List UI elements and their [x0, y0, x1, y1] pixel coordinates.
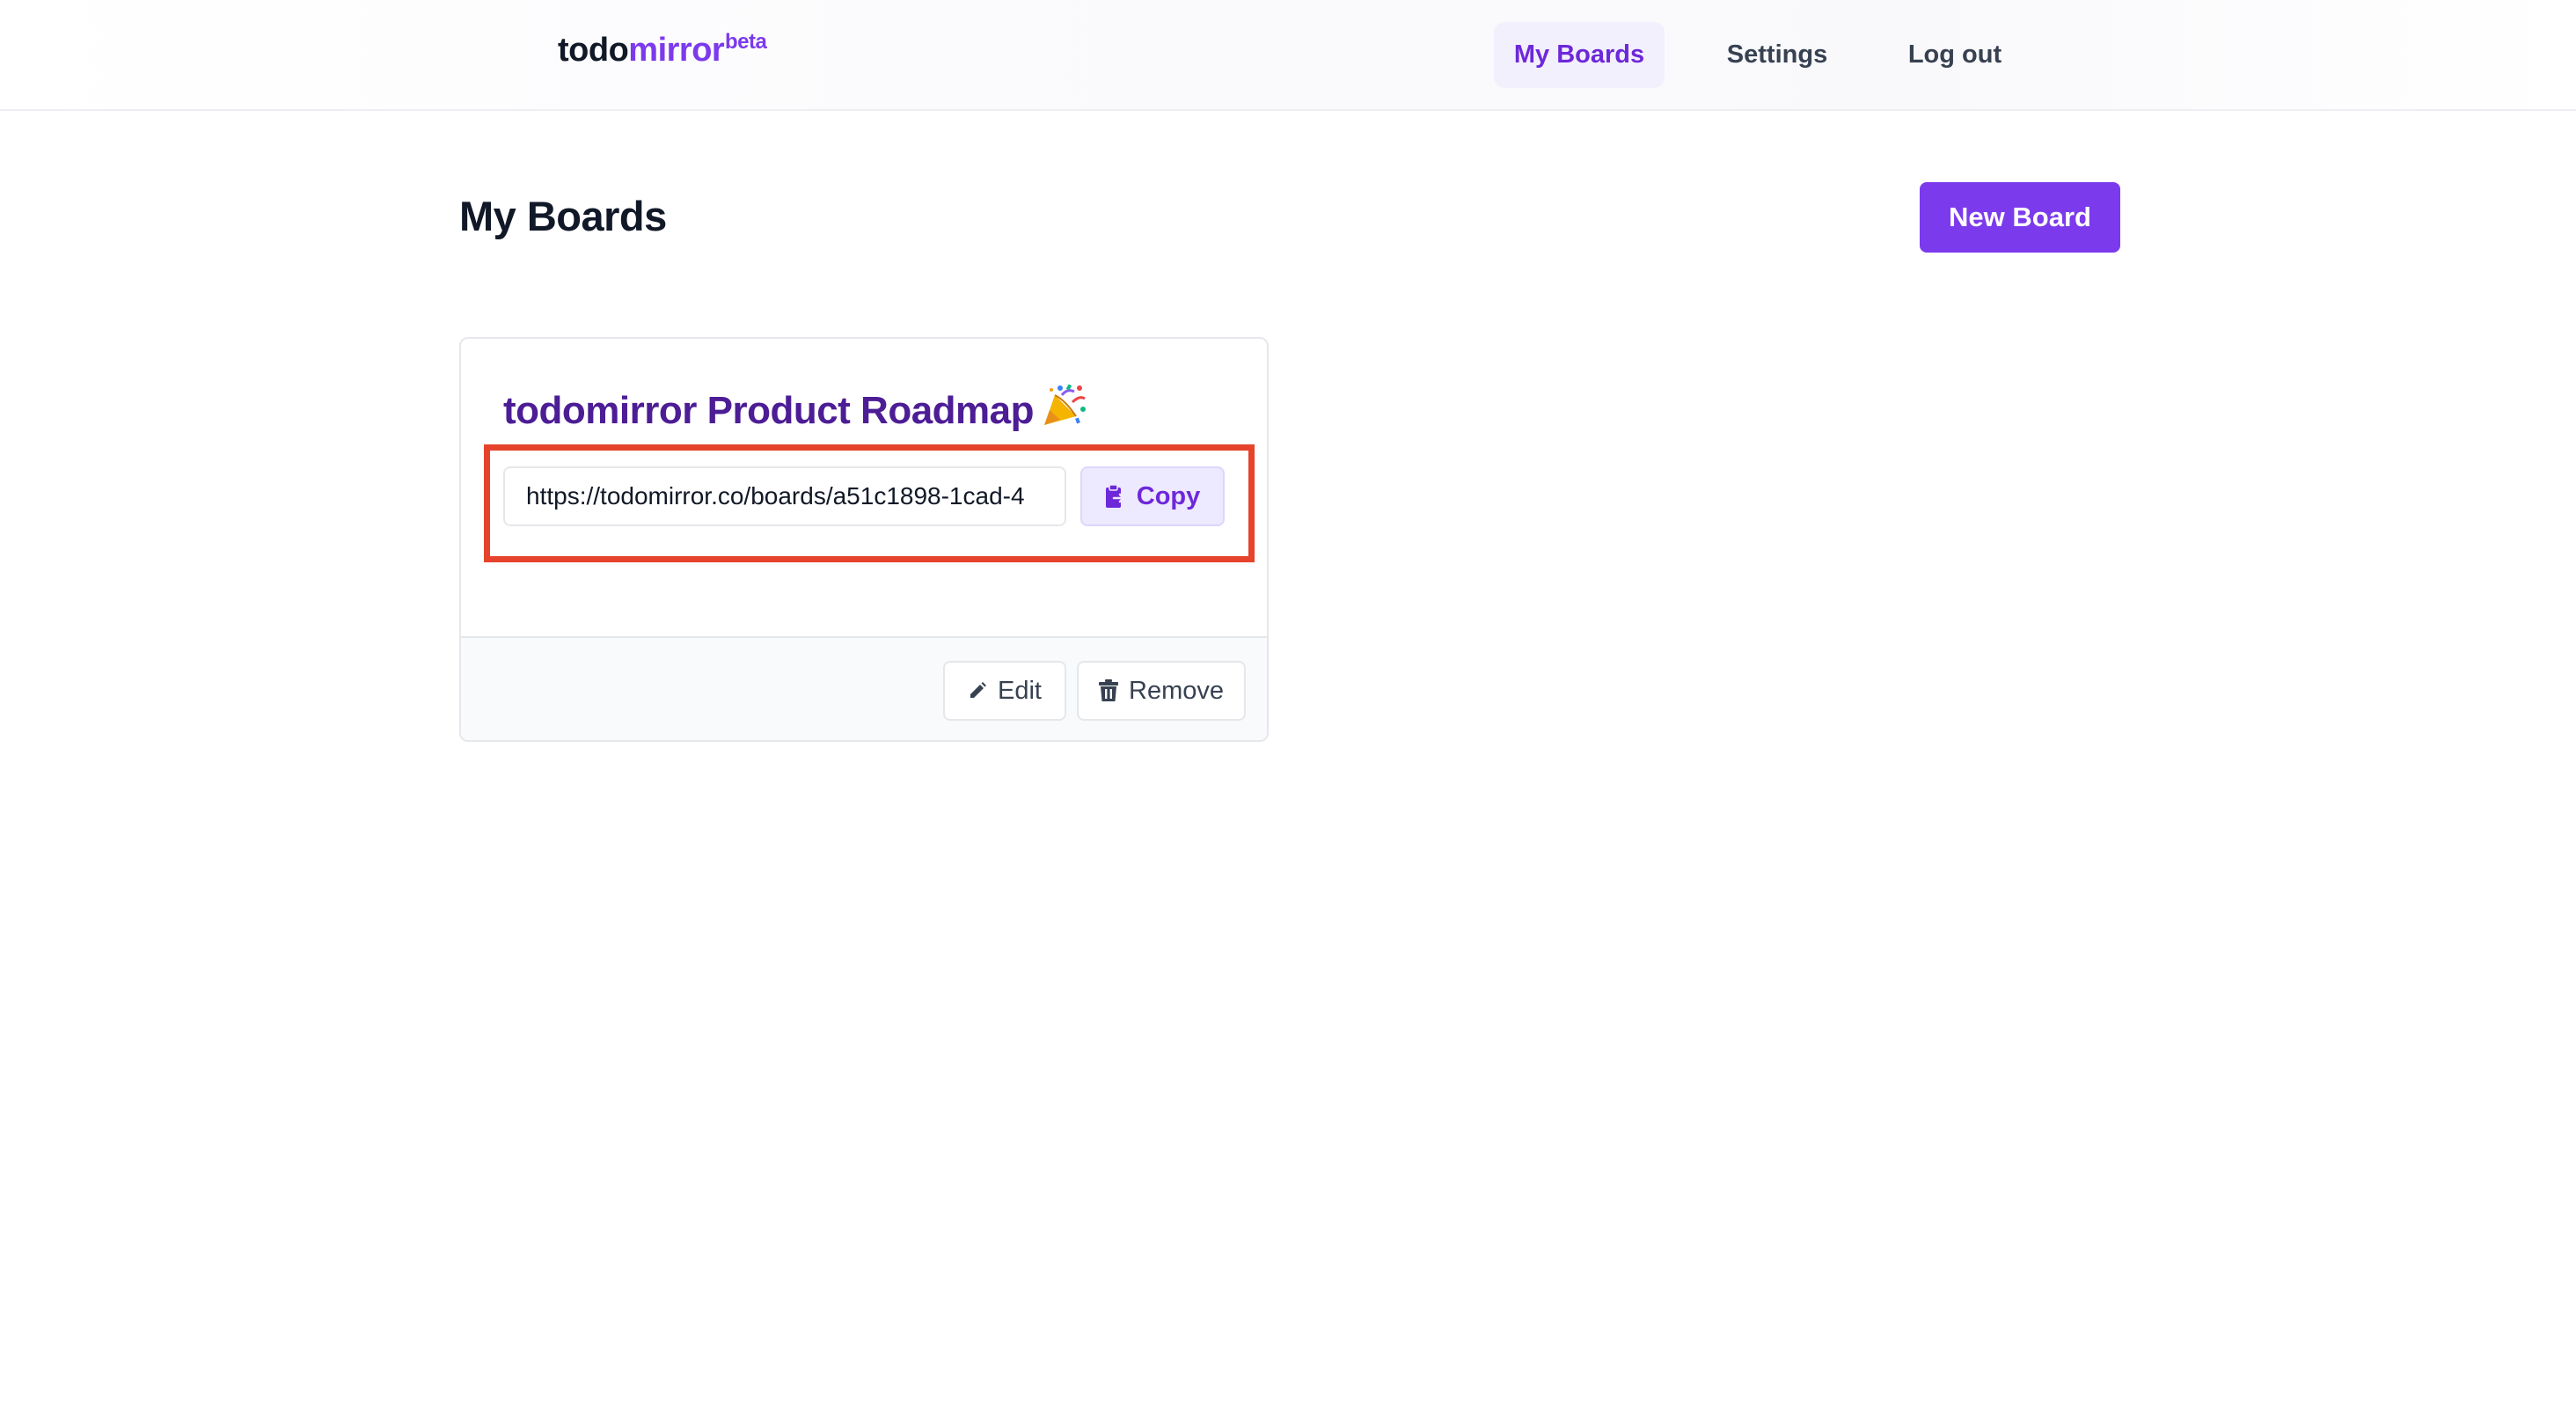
edit-button-label: Edit [998, 676, 1042, 705]
new-board-button[interactable]: New Board [1920, 182, 2120, 253]
remove-button-label: Remove [1129, 676, 1224, 705]
nav-my-boards[interactable]: My Boards [1494, 22, 1665, 88]
edit-button[interactable]: Edit [943, 661, 1066, 721]
party-popper-icon [1041, 384, 1087, 427]
logo-text-todo: todo [558, 32, 629, 69]
nav-settings[interactable]: Settings [1707, 22, 1848, 88]
copy-button-label: Copy [1136, 481, 1201, 510]
board-card: todomirror Product Roadmap https://todom… [459, 337, 1269, 742]
clipboard-copy-icon [1105, 484, 1126, 509]
board-title[interactable]: todomirror Product Roadmap [503, 384, 1087, 433]
logo-text-mirror: mirror [628, 32, 725, 69]
beta-badge: beta [725, 30, 767, 54]
logo[interactable]: todomirror beta [558, 30, 767, 70]
top-navbar: todomirror beta My Boards Settings Log o… [0, 0, 2576, 111]
page-title: My Boards [459, 193, 667, 239]
board-title-text: todomirror Product Roadmap [503, 389, 1035, 432]
board-card-footer: Edit Remove [461, 636, 1267, 740]
nav-log-out[interactable]: Log out [1892, 22, 2018, 88]
copy-button[interactable]: Copy [1080, 466, 1225, 526]
trash-icon [1099, 679, 1118, 702]
share-url-input[interactable] [503, 466, 1066, 526]
pencil-icon [968, 681, 987, 700]
remove-button[interactable]: Remove [1077, 661, 1246, 721]
